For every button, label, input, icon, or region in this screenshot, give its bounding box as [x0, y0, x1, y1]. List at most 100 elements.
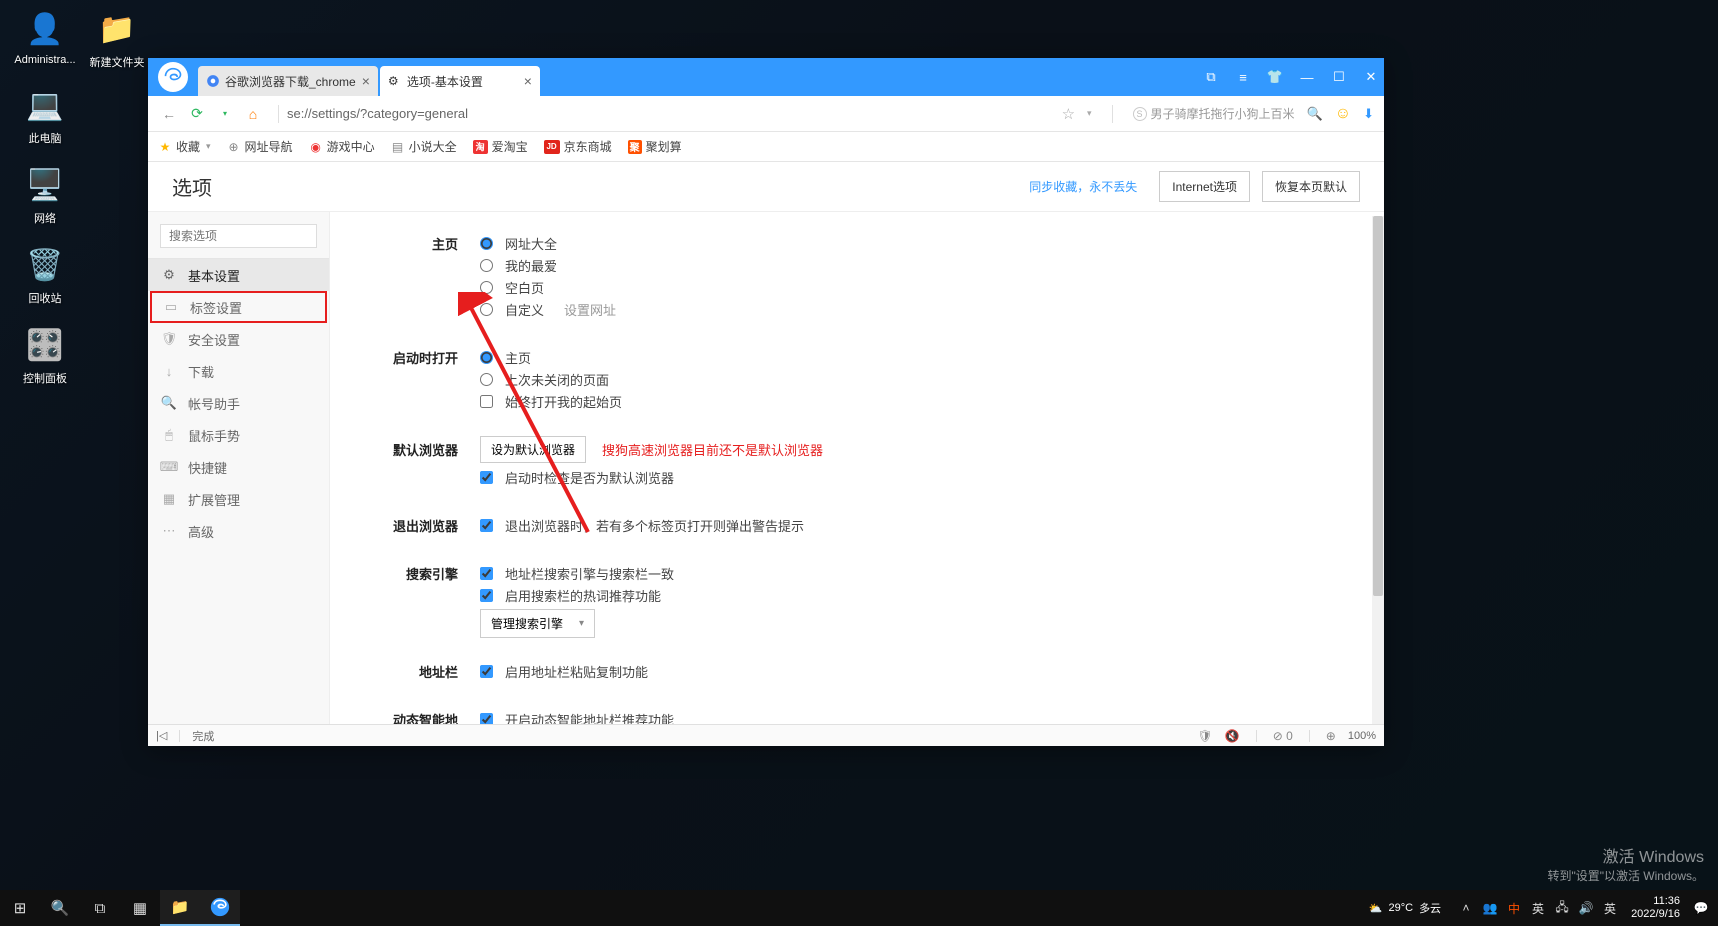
- search-icon[interactable]: 🔍: [1307, 106, 1323, 122]
- separator: [278, 105, 279, 123]
- user-icon: 👤: [24, 8, 66, 50]
- setting-addressbar: 地址栏 启用地址栏粘贴复制功能: [390, 660, 1354, 682]
- maximize-icon[interactable]: ☐: [1330, 68, 1348, 86]
- network-icon[interactable]: 🖧: [1553, 898, 1571, 919]
- tab-chrome-download[interactable]: 谷歌浏览器下载_chrome ×: [198, 66, 378, 96]
- scrollbar-thumb[interactable]: [1373, 216, 1383, 596]
- desktop-icon-recycle[interactable]: 🗑️ 回收站: [10, 244, 80, 306]
- bookmark-novels[interactable]: ▤小说大全: [391, 138, 457, 155]
- ime-lang[interactable]: 英: [1601, 900, 1619, 917]
- menu-icon[interactable]: ≡: [1234, 68, 1252, 86]
- sidebar-item-basic[interactable]: ⚙基本设置: [148, 259, 329, 291]
- start-button[interactable]: ⊞: [0, 890, 40, 926]
- sidebar-item-gesture[interactable]: 🖱鼠标手势: [148, 419, 329, 451]
- volume-icon[interactable]: 🔊: [1577, 901, 1595, 915]
- checkbox-hotword[interactable]: 启用搜索栏的热词推荐功能: [480, 584, 1354, 606]
- sidebar-item-label: 快捷键: [188, 458, 227, 477]
- tray-chevron-icon[interactable]: ˄: [1457, 901, 1475, 915]
- ime-indicator[interactable]: 英: [1529, 900, 1547, 917]
- sidebar-item-tabs[interactable]: ▭标签设置: [150, 291, 327, 323]
- sogou-browser-icon[interactable]: [200, 890, 240, 926]
- shield-icon[interactable]: 🛡: [1198, 729, 1213, 743]
- desktop-icon-network[interactable]: 🖥️ 网络: [10, 164, 80, 226]
- radio-homepage-all[interactable]: 网址大全: [480, 232, 1354, 254]
- tab-label: 谷歌浏览器下载_chrome: [225, 73, 356, 90]
- desktop-icon-newfolder[interactable]: 📁 新建文件夹: [82, 8, 152, 70]
- sidebar-item-extensions[interactable]: ▦扩展管理: [148, 483, 329, 515]
- checkbox-check-default[interactable]: 启动时检查是否为默认浏览器: [480, 466, 1354, 488]
- refresh-icon[interactable]: ⟳: [186, 103, 208, 125]
- more-icon: ⋯: [162, 523, 176, 539]
- task-view-icon[interactable]: ⧉: [80, 890, 120, 926]
- set-default-button[interactable]: 设为默认浏览器: [480, 436, 586, 463]
- scrollbar[interactable]: [1372, 216, 1384, 724]
- set-url-link[interactable]: 设置网址: [564, 300, 616, 319]
- search-input[interactable]: [160, 224, 317, 248]
- skin-icon[interactable]: 👕: [1266, 68, 1284, 86]
- checkbox-always-open[interactable]: 始终打开我的起始页: [480, 390, 1354, 412]
- bookmark-taobao[interactable]: 淘爱淘宝: [473, 138, 528, 155]
- bookmark-juhuasuan[interactable]: 聚聚划算: [628, 138, 682, 155]
- download-icon[interactable]: ⬇: [1363, 106, 1374, 122]
- internet-options-button[interactable]: Internet选项: [1159, 171, 1250, 202]
- bookmark-jd[interactable]: JD京东商城: [544, 138, 612, 155]
- sidebar-item-account[interactable]: 🔍帐号助手: [148, 387, 329, 419]
- sidebar-item-security[interactable]: 🛡安全设置: [148, 323, 329, 355]
- search-hint[interactable]: S 男子骑摩托拖行小狗上百米: [1133, 105, 1295, 122]
- sync-favorites-link[interactable]: 同步收藏，永不丢失: [1029, 178, 1137, 195]
- close-icon[interactable]: ×: [518, 73, 532, 89]
- taskbar-clock[interactable]: 11:36 2022/9/16: [1631, 895, 1680, 921]
- radio-homepage-custom[interactable]: 自定义设置网址: [480, 298, 1354, 320]
- close-icon[interactable]: ✕: [1362, 68, 1380, 86]
- checkbox-exit-warn[interactable]: 退出浏览器时，若有多个标签页打开则弹出警告提示: [480, 514, 1354, 536]
- url-input[interactable]: [287, 106, 1062, 121]
- sidebar-item-advanced[interactable]: ⋯高级: [148, 515, 329, 547]
- refresh-dropdown-icon[interactable]: ▾: [214, 103, 236, 125]
- radio-homepage-fav[interactable]: 我的最爱: [480, 254, 1354, 276]
- bookmark-favorites[interactable]: ★收藏▾: [158, 138, 211, 155]
- controlpanel-icon: 🎛️: [24, 324, 66, 366]
- desktop-icon-controlpanel[interactable]: 🎛️ 控制面板: [10, 324, 80, 386]
- radio-homepage-blank[interactable]: 空白页: [480, 276, 1354, 298]
- settings-page: 选项 同步收藏，永不丢失 Internet选项 恢复本页默认 ⚙基本设置 ▭标签…: [148, 162, 1384, 724]
- explorer-icon[interactable]: 📁: [160, 890, 200, 926]
- sidebar-item-download[interactable]: ↓下载: [148, 355, 329, 387]
- dropdown-icon[interactable]: ▾: [1087, 108, 1092, 119]
- account-icon[interactable]: ⧉: [1202, 68, 1220, 86]
- sidebar-item-label: 帐号助手: [188, 394, 240, 413]
- checkbox-dynamic-addr[interactable]: 开启动态智能地址栏推荐功能: [480, 708, 1354, 724]
- people-icon[interactable]: 👥: [1481, 901, 1499, 915]
- weather-widget[interactable]: ⛅ 29°C 多云: [1369, 900, 1441, 916]
- emoji-icon[interactable]: ☺: [1335, 105, 1351, 123]
- sidebar-item-shortcut[interactable]: ⌨快捷键: [148, 451, 329, 483]
- bookmark-nav[interactable]: ⊕网址导航: [227, 138, 293, 155]
- mute-icon[interactable]: 🔇: [1225, 729, 1240, 743]
- apps-icon[interactable]: ▦: [120, 890, 160, 926]
- search-icon[interactable]: 🔍: [40, 890, 80, 926]
- checkbox-search-consistent[interactable]: 地址栏搜索引擎与搜索栏一致: [480, 562, 1354, 584]
- adblock-icon[interactable]: ⊘ 0: [1273, 729, 1293, 743]
- manage-search-button[interactable]: 管理搜索引擎▾: [480, 609, 595, 638]
- radio-startup-last[interactable]: 上次未关闭的页面: [480, 368, 1354, 390]
- notifications-icon[interactable]: 💬: [1692, 901, 1710, 915]
- radio-startup-home[interactable]: 主页: [480, 346, 1354, 368]
- sidebar-toggle-icon[interactable]: |◁: [156, 729, 167, 742]
- home-icon[interactable]: ⌂: [242, 103, 264, 125]
- browser-window: 谷歌浏览器下载_chrome × ⚙ 选项-基本设置 × ⧉ ≡ 👕 ― ☐ ✕…: [148, 58, 1384, 746]
- close-icon[interactable]: ×: [356, 73, 370, 89]
- sogou-search-icon: S: [1133, 107, 1147, 121]
- shield-icon: 🛡: [162, 331, 176, 347]
- tab-settings[interactable]: ⚙ 选项-基本设置 ×: [380, 66, 540, 96]
- star-icon[interactable]: ☆: [1062, 105, 1075, 123]
- desktop-icon-admin[interactable]: 👤 Administra...: [10, 8, 80, 66]
- back-icon[interactable]: ←: [158, 103, 180, 125]
- restore-defaults-button[interactable]: 恢复本页默认: [1262, 171, 1360, 202]
- minimize-icon[interactable]: ―: [1298, 68, 1316, 86]
- bookmark-games[interactable]: ◉游戏中心: [309, 138, 375, 155]
- tray-sogou-icon[interactable]: 中: [1505, 900, 1523, 917]
- desktop-icon-thispc[interactable]: 💻 此电脑: [10, 84, 80, 146]
- title-bar: 谷歌浏览器下载_chrome × ⚙ 选项-基本设置 × ⧉ ≡ 👕 ― ☐ ✕: [148, 58, 1384, 96]
- zoom-icon[interactable]: ⊕: [1326, 729, 1336, 743]
- browser-logo-icon[interactable]: [158, 62, 188, 92]
- checkbox-addr-paste[interactable]: 启用地址栏粘贴复制功能: [480, 660, 1354, 682]
